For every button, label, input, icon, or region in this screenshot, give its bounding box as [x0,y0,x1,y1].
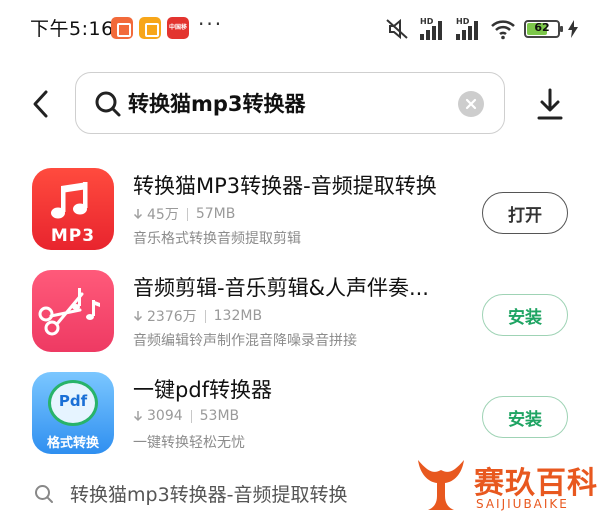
status-bar: 下午5:16 中国移动 ··· HD HD 62 [0,0,600,58]
close-icon [465,98,477,110]
svg-text:HD: HD [420,17,434,26]
app-meta: 2376万 132MB [133,306,262,326]
search-icon [34,484,54,504]
watermark: 赛玖百科 SAIJIUBAIKE [414,448,598,524]
music-note-icon [51,182,88,219]
app-icon-audio-editor[interactable] [32,270,114,352]
app-icon-pdf-converter[interactable]: Pdf 格式转换 [32,372,114,454]
app-description: 音频编辑铃声制作混音降噪录音拼接 [133,333,357,349]
search-result-item[interactable]: MP3 转换猫MP3转换器-音频提取转换 45万 57MB 音乐格式转换音频提取… [0,168,600,264]
download-count: 45万 [147,207,179,223]
search-icon [94,90,122,118]
search-result-item[interactable]: 音频剪辑-音乐剪辑&人声伴奏... 2376万 132MB 音频编辑铃声制作混音… [0,270,600,366]
download-icon [537,88,563,120]
app-size: 132MB [213,308,263,324]
app-name[interactable]: 转换猫MP3转换器-音频提取转换 [133,170,437,200]
suggestion-text: 转换猫mp3转换器-音频提取转换 [70,484,348,506]
app-meta: 3094 53MB [133,408,239,424]
app-description: 一键转换轻松无忧 [133,435,245,451]
battery-icon: 62 [524,20,563,38]
battery-percent: 62 [534,21,550,34]
chevron-left-icon [33,90,48,118]
install-button[interactable]: 安装 [482,396,568,438]
app-icon-label: MP3 [50,226,96,246]
watermark-title: 赛玖百科 [474,466,598,501]
status-time: 下午5:16 [30,18,114,40]
svg-text:HD: HD [456,17,470,26]
download-count: 3094 [147,408,183,424]
app-description: 音乐格式转换音频提取剪辑 [133,231,301,247]
system-icons: HD HD 62 [384,16,578,42]
app-size: 57MB [195,206,236,222]
wifi-icon [491,20,515,40]
notification-app-icon [111,17,133,39]
scissors-music-icon [38,288,100,336]
search-input[interactable] [128,83,448,123]
open-button[interactable]: 打开 [482,192,568,234]
download-manager-button[interactable] [532,84,568,124]
notification-app-icon: 中国移动 [167,17,189,53]
watermark-subtitle: SAIJIUBAIKE [476,497,569,511]
download-count-icon [133,311,143,322]
search-bar[interactable] [75,72,505,134]
app-meta: 45万 57MB [133,204,235,224]
download-count: 2376万 [147,309,197,325]
app-name[interactable]: 一键pdf转换器 [133,374,272,404]
whale-tail-logo-icon [418,460,464,510]
cellular-signal-icon: HD [420,17,442,40]
app-icon-mp3-converter[interactable]: MP3 [32,168,114,250]
app-icon-label: 格式转换 [46,436,99,451]
charging-icon [568,20,578,38]
app-name[interactable]: 音频剪辑-音乐剪辑&人声伴奏... [133,272,429,302]
clear-search-button[interactable] [458,91,484,117]
cellular-signal-icon: HD [456,17,478,40]
more-notifications-icon: ··· [198,12,224,36]
download-count-icon [133,411,143,422]
app-icon-badge: Pdf [58,392,88,410]
back-button[interactable] [24,86,56,122]
notification-app-icon [139,17,161,39]
install-button[interactable]: 安装 [482,294,568,336]
app-size: 53MB [199,408,240,424]
download-count-icon [133,209,143,220]
mute-icon [386,18,408,40]
